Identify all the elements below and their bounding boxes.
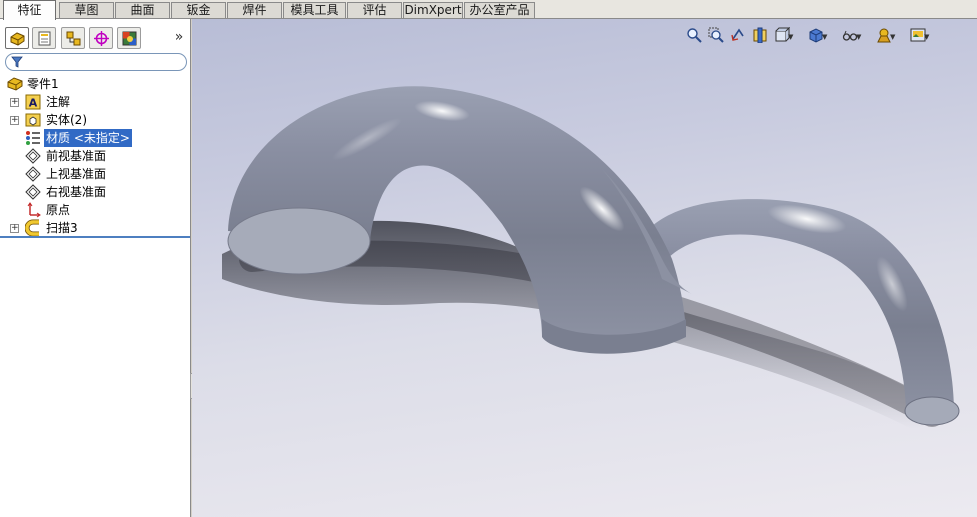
part-icon bbox=[7, 77, 23, 91]
tree-end-rollback-bar[interactable] bbox=[0, 236, 190, 238]
sweep-feature-icon bbox=[25, 219, 39, 237]
feature-manager-icon[interactable] bbox=[5, 27, 29, 49]
annotations-icon: A bbox=[25, 94, 41, 110]
tab-mold-tools[interactable]: 模具工具 bbox=[283, 2, 346, 18]
tab-evaluate[interactable]: 评估 bbox=[347, 2, 402, 18]
tab-features[interactable]: 特征 bbox=[3, 0, 56, 20]
solid-bodies-folder-icon bbox=[25, 113, 41, 127]
tree-item-sweep[interactable]: 扫描3 bbox=[25, 219, 185, 237]
dimxpert-manager-icon[interactable] bbox=[89, 27, 113, 49]
expand-annotations-toggle[interactable]: + bbox=[10, 98, 19, 107]
graphics-area[interactable]: ▼ ▼ ▼ ▼ ▼ bbox=[192, 19, 977, 517]
expand-sweep-toggle[interactable]: + bbox=[10, 224, 19, 233]
plane-icon bbox=[25, 148, 41, 164]
tab-office-products[interactable]: 办公室产品 bbox=[464, 2, 535, 18]
tree-item-right-plane[interactable]: 右视基准面 bbox=[25, 183, 185, 201]
display-manager-icon[interactable] bbox=[117, 27, 141, 49]
svg-text:A: A bbox=[29, 97, 38, 110]
configuration-manager-icon[interactable] bbox=[61, 27, 85, 49]
collapse-panel-button[interactable]: » bbox=[172, 30, 186, 46]
tab-sheet-metal[interactable]: 钣金 bbox=[171, 2, 226, 18]
tree-item-solid-bodies[interactable]: 实体(2) bbox=[25, 111, 185, 129]
tree-item-front-plane[interactable]: 前视基准面 bbox=[25, 147, 185, 165]
zoom-to-area-icon[interactable] bbox=[708, 27, 726, 45]
previous-view-icon[interactable] bbox=[730, 27, 748, 45]
plane-icon bbox=[25, 166, 41, 182]
property-manager-icon[interactable] bbox=[32, 27, 56, 49]
display-style-icon[interactable]: ▼ bbox=[808, 27, 827, 45]
view-orientation-icon[interactable]: ▼ bbox=[774, 26, 793, 45]
3d-model-view[interactable] bbox=[192, 19, 977, 517]
material-icon bbox=[26, 131, 40, 145]
hide-show-items-icon[interactable]: ▼ bbox=[842, 27, 861, 45]
plane-icon bbox=[25, 184, 41, 200]
filter-icon bbox=[11, 56, 23, 68]
tree-item-origin[interactable]: 原点 bbox=[25, 201, 185, 219]
tree-item-part[interactable]: 零件1 bbox=[6, 75, 186, 93]
tree-item-annotations[interactable]: A 注解 bbox=[25, 93, 185, 111]
edit-appearance-icon[interactable]: ▼ bbox=[876, 27, 895, 45]
apply-scene-icon[interactable]: ▼ bbox=[910, 27, 929, 45]
section-view-icon[interactable] bbox=[752, 27, 770, 45]
panel-tab-strip: » bbox=[0, 27, 191, 51]
tree-filter-input[interactable] bbox=[5, 53, 187, 71]
tree-item-top-plane[interactable]: 上视基准面 bbox=[25, 165, 185, 183]
feature-manager-panel: » 零件1 + A 注解 + 实体(2) 材质 <未指定> 前视基准面 上视基准… bbox=[0, 19, 198, 517]
origin-icon bbox=[27, 202, 41, 218]
expand-solid-bodies-toggle[interactable]: + bbox=[10, 116, 19, 125]
tree-item-material[interactable]: 材质 <未指定> bbox=[25, 129, 185, 147]
tab-sketch[interactable]: 草图 bbox=[59, 2, 114, 18]
command-manager-tabs: 特征 草图 曲面 钣金 焊件 模具工具 评估 DimXpert 办公室产品 bbox=[0, 0, 977, 20]
heads-up-view-toolbar: ▼ ▼ ▼ ▼ ▼ bbox=[686, 26, 938, 47]
tab-surfaces[interactable]: 曲面 bbox=[115, 2, 170, 18]
tab-weldments[interactable]: 焊件 bbox=[227, 2, 282, 18]
zoom-to-fit-icon[interactable] bbox=[686, 27, 704, 45]
tab-dimxpert[interactable]: DimXpert bbox=[403, 2, 463, 18]
